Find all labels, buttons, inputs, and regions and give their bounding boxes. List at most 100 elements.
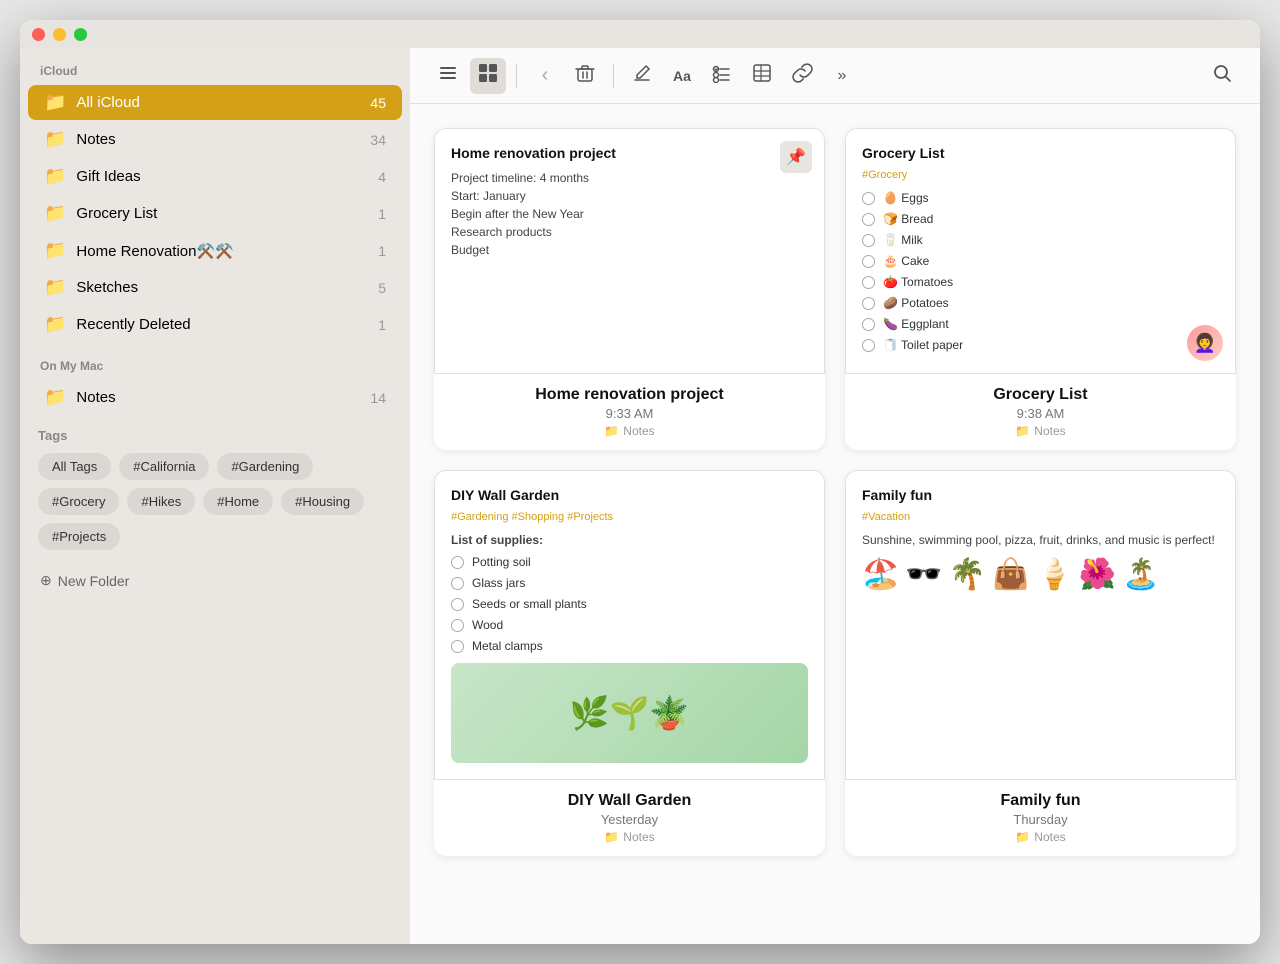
- note-card-folder: 📁 Notes: [845, 830, 1236, 844]
- sidebar-item-sketches[interactable]: 📁 Sketches 5: [28, 270, 402, 305]
- note-card-title: Home renovation project: [434, 386, 825, 404]
- note-card-family-fun[interactable]: Family fun #Vacation Sunshine, swimming …: [845, 470, 1236, 856]
- grid-view-icon: [477, 62, 499, 89]
- sidebar: iCloud 📁 All iCloud 45 📁 Notes 34 📁 Gift…: [20, 20, 410, 944]
- note-card-diy-wall-garden[interactable]: DIY Wall Garden #Gardening #Shopping #Pr…: [434, 470, 825, 856]
- folder-small-icon: 📁: [604, 424, 619, 438]
- link-button[interactable]: [784, 58, 820, 94]
- tag-home[interactable]: #Home: [203, 488, 273, 515]
- note-footer: Family fun Thursday 📁 Notes: [845, 780, 1236, 856]
- note-preview-grocery: Grocery List #Grocery 🥚 Eggs 🍞 Bread 🥛 M…: [845, 128, 1236, 374]
- maximize-button[interactable]: [74, 28, 87, 41]
- tag-projects[interactable]: #Projects: [38, 523, 120, 550]
- tag-grocery[interactable]: #Grocery: [38, 488, 119, 515]
- tag-california[interactable]: #California: [119, 453, 209, 480]
- tags-section: Tags All Tags #California #Gardening #Gr…: [20, 416, 410, 562]
- note-card-folder: 📁 Notes: [434, 830, 825, 844]
- tag-gardening[interactable]: #Gardening: [217, 453, 313, 480]
- note-card-folder: 📁 Notes: [434, 424, 825, 438]
- compose-icon: [632, 63, 652, 88]
- sidebar-item-count: 1: [378, 317, 386, 333]
- note-preview-diy: DIY Wall Garden #Gardening #Shopping #Pr…: [434, 470, 825, 780]
- sidebar-item-name: Sketches: [76, 279, 378, 296]
- chevrons-right-icon: »: [838, 67, 847, 85]
- sidebar-item-count: 1: [378, 243, 386, 259]
- note-title: Home renovation project: [451, 145, 808, 161]
- pin-button[interactable]: 📌: [780, 141, 812, 173]
- grid-view-button[interactable]: [470, 58, 506, 94]
- sidebar-item-grocery-list[interactable]: 📁 Grocery List 1: [28, 196, 402, 231]
- delete-button[interactable]: [567, 58, 603, 94]
- checklist-icon: [712, 63, 732, 88]
- trash-icon: [575, 63, 595, 88]
- sidebar-item-all-icloud[interactable]: 📁 All iCloud 45: [28, 85, 402, 120]
- note-body: List of supplies: Potting soil Glass jar…: [451, 531, 808, 655]
- sidebar-item-home-renovation[interactable]: 📁 Home Renovation⚒️⚒️ 1: [28, 233, 402, 268]
- note-stickers: 🏖️🕶️🌴👜🍦🌺🏝️: [862, 557, 1219, 592]
- folder-icon: 📁: [44, 166, 66, 187]
- more-button[interactable]: »: [824, 58, 860, 94]
- note-preview-home-renovation: Home renovation project 📌 Project timeli…: [434, 128, 825, 374]
- link-icon: [791, 62, 813, 89]
- close-button[interactable]: [32, 28, 45, 41]
- note-tag: #Gardening #Shopping #Projects: [451, 511, 808, 523]
- new-folder-button[interactable]: ⊕ New Folder: [20, 562, 410, 599]
- sidebar-item-name: All iCloud: [76, 94, 370, 111]
- sidebar-item-name: Grocery List: [76, 205, 378, 222]
- note-card-time: 9:33 AM: [434, 406, 825, 421]
- sidebar-item-name: Gift Ideas: [76, 168, 378, 185]
- sidebar-item-recently-deleted[interactable]: 📁 Recently Deleted 1: [28, 307, 402, 342]
- folder-icon: 📁: [44, 129, 66, 150]
- search-button[interactable]: [1204, 58, 1240, 94]
- sidebar-item-count: 34: [370, 132, 386, 148]
- folder-icon: 📁: [44, 92, 66, 113]
- sidebar-item-gift-ideas[interactable]: 📁 Gift Ideas 4: [28, 159, 402, 194]
- compose-button[interactable]: [624, 58, 660, 94]
- checklist-button[interactable]: [704, 58, 740, 94]
- note-card-time: Yesterday: [434, 812, 825, 827]
- folder-small-icon: 📁: [1015, 424, 1030, 438]
- tag-housing[interactable]: #Housing: [281, 488, 364, 515]
- note-card-title: DIY Wall Garden: [434, 792, 825, 810]
- table-icon: [752, 63, 772, 88]
- folder-icon: 📁: [44, 203, 66, 224]
- sidebar-item-name: Notes: [76, 389, 370, 406]
- sidebar-item-count: 1: [378, 206, 386, 222]
- note-card-time: 9:38 AM: [845, 406, 1236, 421]
- tags-grid: All Tags #California #Gardening #Grocery…: [38, 453, 392, 550]
- note-card-folder: 📁 Notes: [845, 424, 1236, 438]
- chevron-left-icon: ‹: [542, 64, 549, 87]
- toolbar-divider-2: [613, 64, 614, 88]
- sidebar-item-name: Notes: [76, 131, 370, 148]
- note-image: 🌿🌱🪴: [451, 663, 808, 763]
- folder-icon: 📁: [44, 277, 66, 298]
- sidebar-item-count: 5: [378, 280, 386, 296]
- sidebar-item-mac-notes[interactable]: 📁 Notes 14: [28, 380, 402, 415]
- sidebar-item-notes[interactable]: 📁 Notes 34: [28, 122, 402, 157]
- note-footer: Grocery List 9:38 AM 📁 Notes: [845, 374, 1236, 450]
- sidebar-item-count: 4: [378, 169, 386, 185]
- note-card-grocery-list[interactable]: Grocery List #Grocery 🥚 Eggs 🍞 Bread 🥛 M…: [845, 128, 1236, 450]
- note-card-home-renovation[interactable]: Home renovation project 📌 Project timeli…: [434, 128, 825, 450]
- tag-all-tags[interactable]: All Tags: [38, 453, 111, 480]
- icloud-section-label: iCloud: [20, 48, 410, 84]
- note-title: DIY Wall Garden: [451, 487, 808, 503]
- table-button[interactable]: [744, 58, 780, 94]
- note-preview-family: Family fun #Vacation Sunshine, swimming …: [845, 470, 1236, 780]
- folder-icon: 📁: [44, 240, 66, 261]
- on-my-mac-section-label: On My Mac: [20, 343, 410, 379]
- format-button[interactable]: Aa: [664, 58, 700, 94]
- sidebar-item-name: Recently Deleted: [76, 316, 378, 333]
- back-button[interactable]: ‹: [527, 58, 563, 94]
- folder-small-icon: 📁: [1015, 830, 1030, 844]
- note-footer: Home renovation project 9:33 AM 📁 Notes: [434, 374, 825, 450]
- list-view-button[interactable]: [430, 58, 466, 94]
- notes-grid: Home renovation project 📌 Project timeli…: [410, 104, 1260, 944]
- tag-hikes[interactable]: #Hikes: [127, 488, 195, 515]
- toolbar: ‹: [410, 48, 1260, 104]
- folder-icon: 📁: [44, 387, 66, 408]
- toolbar-divider-1: [516, 64, 517, 88]
- folder-icon: 📁: [44, 314, 66, 335]
- sidebar-item-count: 14: [370, 390, 386, 406]
- minimize-button[interactable]: [53, 28, 66, 41]
